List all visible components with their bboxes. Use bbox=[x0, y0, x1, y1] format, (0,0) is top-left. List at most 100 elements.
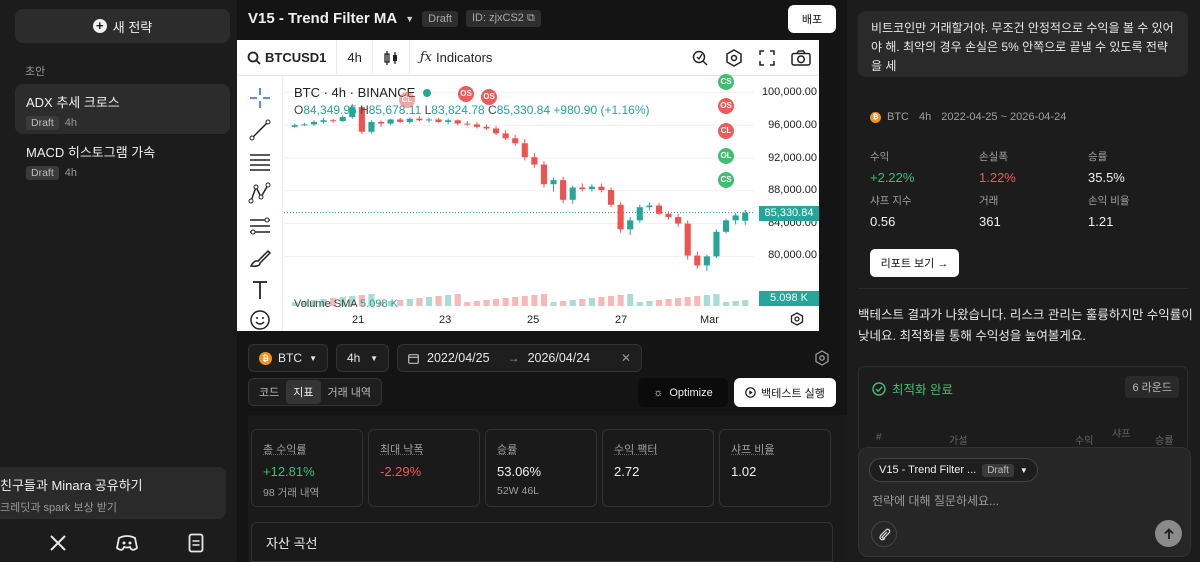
interval-selector[interactable]: 4h bbox=[337, 39, 373, 76]
volume-bar bbox=[483, 300, 490, 306]
bitcoin-icon: ₿ bbox=[259, 351, 272, 365]
run-backtest-label: 백테스트 실행 bbox=[761, 387, 825, 400]
metric-value: +12.81% bbox=[263, 464, 315, 479]
chart-settings-icon[interactable] bbox=[790, 312, 804, 326]
deploy-button[interactable]: 배포 bbox=[788, 5, 836, 33]
strategy-context-chip[interactable]: V15 - Trend Filter ... Draft ▼ bbox=[869, 458, 1038, 482]
status-badge: Draft bbox=[422, 10, 458, 27]
volume-bar bbox=[732, 301, 739, 306]
candle bbox=[627, 217, 634, 236]
chevron-down-icon: ▼ bbox=[309, 353, 317, 363]
volume-bar bbox=[454, 294, 461, 306]
chart-toolbar: BTCUSD1 4h ƒx Indicators bbox=[237, 39, 819, 76]
status-badge: Draft bbox=[982, 463, 1014, 477]
tab-indicators[interactable]: 지표 bbox=[286, 380, 321, 404]
symbol-label: BTCUSD1 bbox=[265, 50, 327, 65]
indicators-button[interactable]: ƒx Indicators bbox=[410, 40, 503, 76]
candle bbox=[550, 177, 557, 192]
price-chart[interactable]: BTCUSD1 4h ƒx Indicators BTC · 4h · BINA… bbox=[237, 39, 819, 332]
pattern-icon[interactable] bbox=[248, 182, 272, 206]
share-banner[interactable]: 친구들과 Minara 공유하기 크레딧과 spark 보상 받기 bbox=[0, 467, 226, 519]
tab-trades[interactable]: 거래 내역 bbox=[321, 380, 379, 404]
discord-icon[interactable] bbox=[116, 532, 138, 554]
strategy-item[interactable]: ADX 추세 크로스 Draft 4h bbox=[15, 84, 230, 134]
brush-icon[interactable] bbox=[248, 246, 272, 270]
tab-code[interactable]: 코드 bbox=[252, 380, 286, 404]
candle bbox=[454, 119, 461, 126]
strategy-title[interactable]: V15 - Trend Filter MA ▼ Draft ID: zjxCS2… bbox=[248, 10, 541, 27]
chat-input[interactable]: 전략에 대해 질문하세요... bbox=[872, 492, 999, 509]
candle bbox=[531, 153, 538, 168]
bt-timeframe: 4h bbox=[919, 111, 932, 123]
timeframe-label: 4h bbox=[347, 351, 361, 365]
x-icon[interactable] bbox=[47, 532, 69, 554]
strategy-item[interactable]: MACD 히스토그램 가속 Draft 4h bbox=[15, 134, 230, 184]
view-report-button[interactable]: 리포트 보기 → bbox=[870, 249, 959, 277]
crosshair-icon[interactable] bbox=[248, 86, 272, 110]
strategy-title-text: V15 - Trend Filter MA bbox=[248, 10, 398, 27]
y-tick: 96,000.00 bbox=[768, 119, 817, 131]
date-from[interactable]: 2022/04/25 bbox=[427, 351, 490, 365]
replay-icon[interactable] bbox=[683, 40, 717, 76]
x-tick: 27 bbox=[615, 314, 628, 326]
emoji-icon[interactable] bbox=[248, 308, 272, 332]
signal-marker: OS bbox=[718, 98, 734, 114]
volume-bar bbox=[492, 299, 500, 306]
document-icon[interactable] bbox=[185, 532, 207, 554]
candle bbox=[397, 117, 404, 123]
date-range-picker[interactable]: 2022/04/25 → 2026/04/24 ✕ bbox=[397, 344, 642, 372]
status-badge: Draft bbox=[26, 116, 59, 130]
copy-icon[interactable]: ⧉ bbox=[527, 12, 535, 24]
asset-selector[interactable]: ₿ BTC ▼ bbox=[248, 344, 328, 372]
bt-stat-label: 거래 bbox=[979, 195, 999, 207]
send-button[interactable] bbox=[1155, 520, 1182, 547]
fib-icon[interactable] bbox=[248, 214, 272, 238]
volume-bar bbox=[722, 302, 730, 306]
volume-bar bbox=[473, 301, 480, 306]
asset-label: BTC bbox=[278, 351, 302, 365]
bt-stat: 손익 비율 1.21 bbox=[1088, 193, 1198, 229]
fx-icon: ƒx bbox=[419, 50, 433, 65]
metric-value: -2.29% bbox=[380, 464, 422, 479]
bt-stat: 샤프 지수 0.56 bbox=[870, 193, 980, 229]
col-header: # bbox=[876, 432, 882, 443]
candle bbox=[521, 139, 528, 161]
trendline-icon[interactable] bbox=[248, 118, 272, 142]
text-icon[interactable] bbox=[248, 278, 272, 302]
chart-plot-area[interactable]: BTC · 4h · BINANCE O84,349.95 H85,678.11… bbox=[284, 74, 819, 331]
volume-bar bbox=[502, 298, 509, 306]
left-sidebar: + 새 전략 초안 ADX 추세 크로스 Draft 4h MACD 히스토그램 … bbox=[0, 0, 238, 562]
settings-icon[interactable] bbox=[717, 40, 751, 76]
signal-marker: OS bbox=[458, 86, 474, 102]
attach-icon[interactable] bbox=[871, 521, 897, 547]
date-to[interactable]: 2026/04/24 bbox=[528, 351, 591, 365]
clear-icon[interactable]: ✕ bbox=[621, 351, 631, 365]
bt-stat-value: 1.21 bbox=[1088, 214, 1114, 229]
arrow-right-icon: → bbox=[507, 351, 520, 365]
candle bbox=[607, 187, 615, 208]
camera-icon[interactable] bbox=[783, 40, 819, 76]
bt-asset: BTC bbox=[887, 111, 909, 123]
symbol-selector[interactable]: BTCUSD1 bbox=[237, 39, 338, 76]
settings-icon[interactable] bbox=[814, 350, 830, 366]
candle bbox=[320, 117, 327, 124]
run-backtest-button[interactable]: 백테스트 실행 bbox=[734, 378, 836, 407]
metric-sub: 98 거래 내역 bbox=[263, 487, 320, 499]
lightbulb-icon: ☼ bbox=[653, 386, 664, 399]
chevron-down-icon[interactable]: ▼ bbox=[405, 14, 414, 24]
col-header: 수익 bbox=[1075, 436, 1094, 447]
new-strategy-button[interactable]: + 새 전략 bbox=[15, 9, 230, 43]
volume-bar bbox=[397, 300, 404, 306]
optimize-button[interactable]: ☼ Optimize bbox=[638, 378, 728, 407]
horizontal-lines-icon[interactable] bbox=[248, 150, 272, 174]
strategy-name: MACD 히스토그램 가속 bbox=[26, 145, 156, 160]
candle-type-icon[interactable] bbox=[373, 39, 410, 76]
metric-value: 2.72 bbox=[614, 464, 640, 479]
change-value: +980.90 (+1.16%) bbox=[553, 103, 650, 117]
fullscreen-icon[interactable] bbox=[751, 40, 783, 76]
volume-bar bbox=[569, 300, 576, 306]
candle bbox=[291, 123, 298, 128]
strategy-id-badge[interactable]: ID: zjxCS2 ⧉ bbox=[465, 10, 541, 27]
metric-card: 총 수익률 +12.81% 98 거래 내역 bbox=[251, 429, 363, 507]
timeframe-selector[interactable]: 4h ▼ bbox=[336, 344, 389, 372]
